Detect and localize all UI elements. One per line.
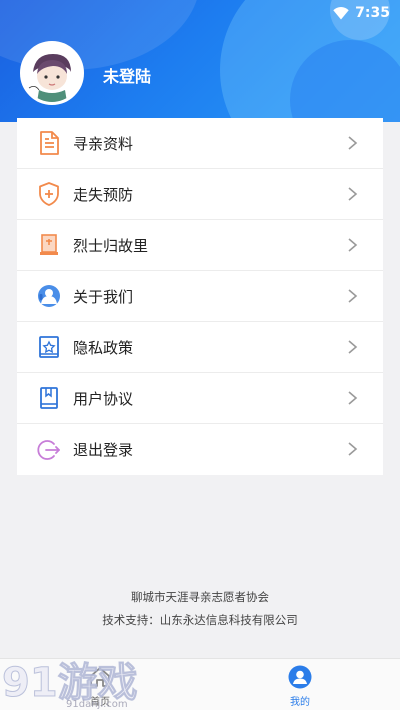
menu-item-label: 寻亲资料 <box>73 134 134 153</box>
footer-support: 技术支持：山东永达信息科技有限公司 <box>102 613 298 627</box>
menu-item-privacy-policy[interactable]: 隐私政策 <box>17 322 383 373</box>
username[interactable]: 未登陆 <box>103 63 151 87</box>
menu-item-missing-prevention[interactable]: 走失预防 <box>17 169 383 220</box>
headset-icon <box>37 284 61 308</box>
chevron-right-icon <box>348 442 358 456</box>
screen: 7:35 未登陆 寻亲资料 走失预防 烈士归故里 关于我们 隐私政策 用户协议 … <box>0 0 400 710</box>
menu-item-user-agreement[interactable]: 用户协议 <box>17 373 383 424</box>
menu-item-label: 隐私政策 <box>73 338 134 357</box>
menu-item-label: 关于我们 <box>73 287 134 306</box>
tab-bar: 首页 我的 <box>0 658 400 710</box>
star-card-icon <box>37 335 61 359</box>
logout-icon <box>37 438 61 462</box>
shield-plus-icon <box>37 182 61 206</box>
menu-item-martyrs-homecoming[interactable]: 烈士归故里 <box>17 220 383 271</box>
document-icon <box>37 131 61 155</box>
book-icon <box>37 386 61 410</box>
menu-item-label: 用户协议 <box>73 389 134 408</box>
chevron-right-icon <box>348 238 358 252</box>
status-time: 7:35 <box>355 5 390 21</box>
tab-home-label: 首页 <box>90 697 110 708</box>
tab-mine[interactable]: 我的 <box>200 659 400 710</box>
menu-item-logout[interactable]: 退出登录 <box>17 424 383 475</box>
menu-item-label: 退出登录 <box>73 441 134 459</box>
avatar[interactable] <box>20 41 84 105</box>
chevron-right-icon <box>348 340 358 354</box>
wifi-icon <box>333 6 349 20</box>
footer-org: 聊城市天涯寻亲志愿者协会 <box>131 590 269 604</box>
profile-header: 7:35 未登陆 <box>0 0 400 122</box>
home-icon <box>90 667 110 687</box>
memorial-icon <box>37 233 61 257</box>
menu-item-label: 走失预防 <box>73 185 134 204</box>
chevron-right-icon <box>348 289 358 303</box>
chevron-right-icon <box>348 187 358 201</box>
menu-list: 寻亲资料 走失预防 烈士归故里 关于我们 隐私政策 用户协议 退出登录 <box>17 118 383 475</box>
menu-item-about-us[interactable]: 关于我们 <box>17 271 383 322</box>
menu-item-family-search-info[interactable]: 寻亲资料 <box>17 118 383 169</box>
menu-item-label: 烈士归故里 <box>73 236 149 255</box>
tab-mine-label: 我的 <box>290 697 310 708</box>
user-icon <box>288 665 312 689</box>
chevron-right-icon <box>348 391 358 405</box>
chevron-right-icon <box>348 136 358 150</box>
status-bar: 7:35 <box>0 0 400 26</box>
tab-home[interactable]: 首页 <box>0 659 200 710</box>
